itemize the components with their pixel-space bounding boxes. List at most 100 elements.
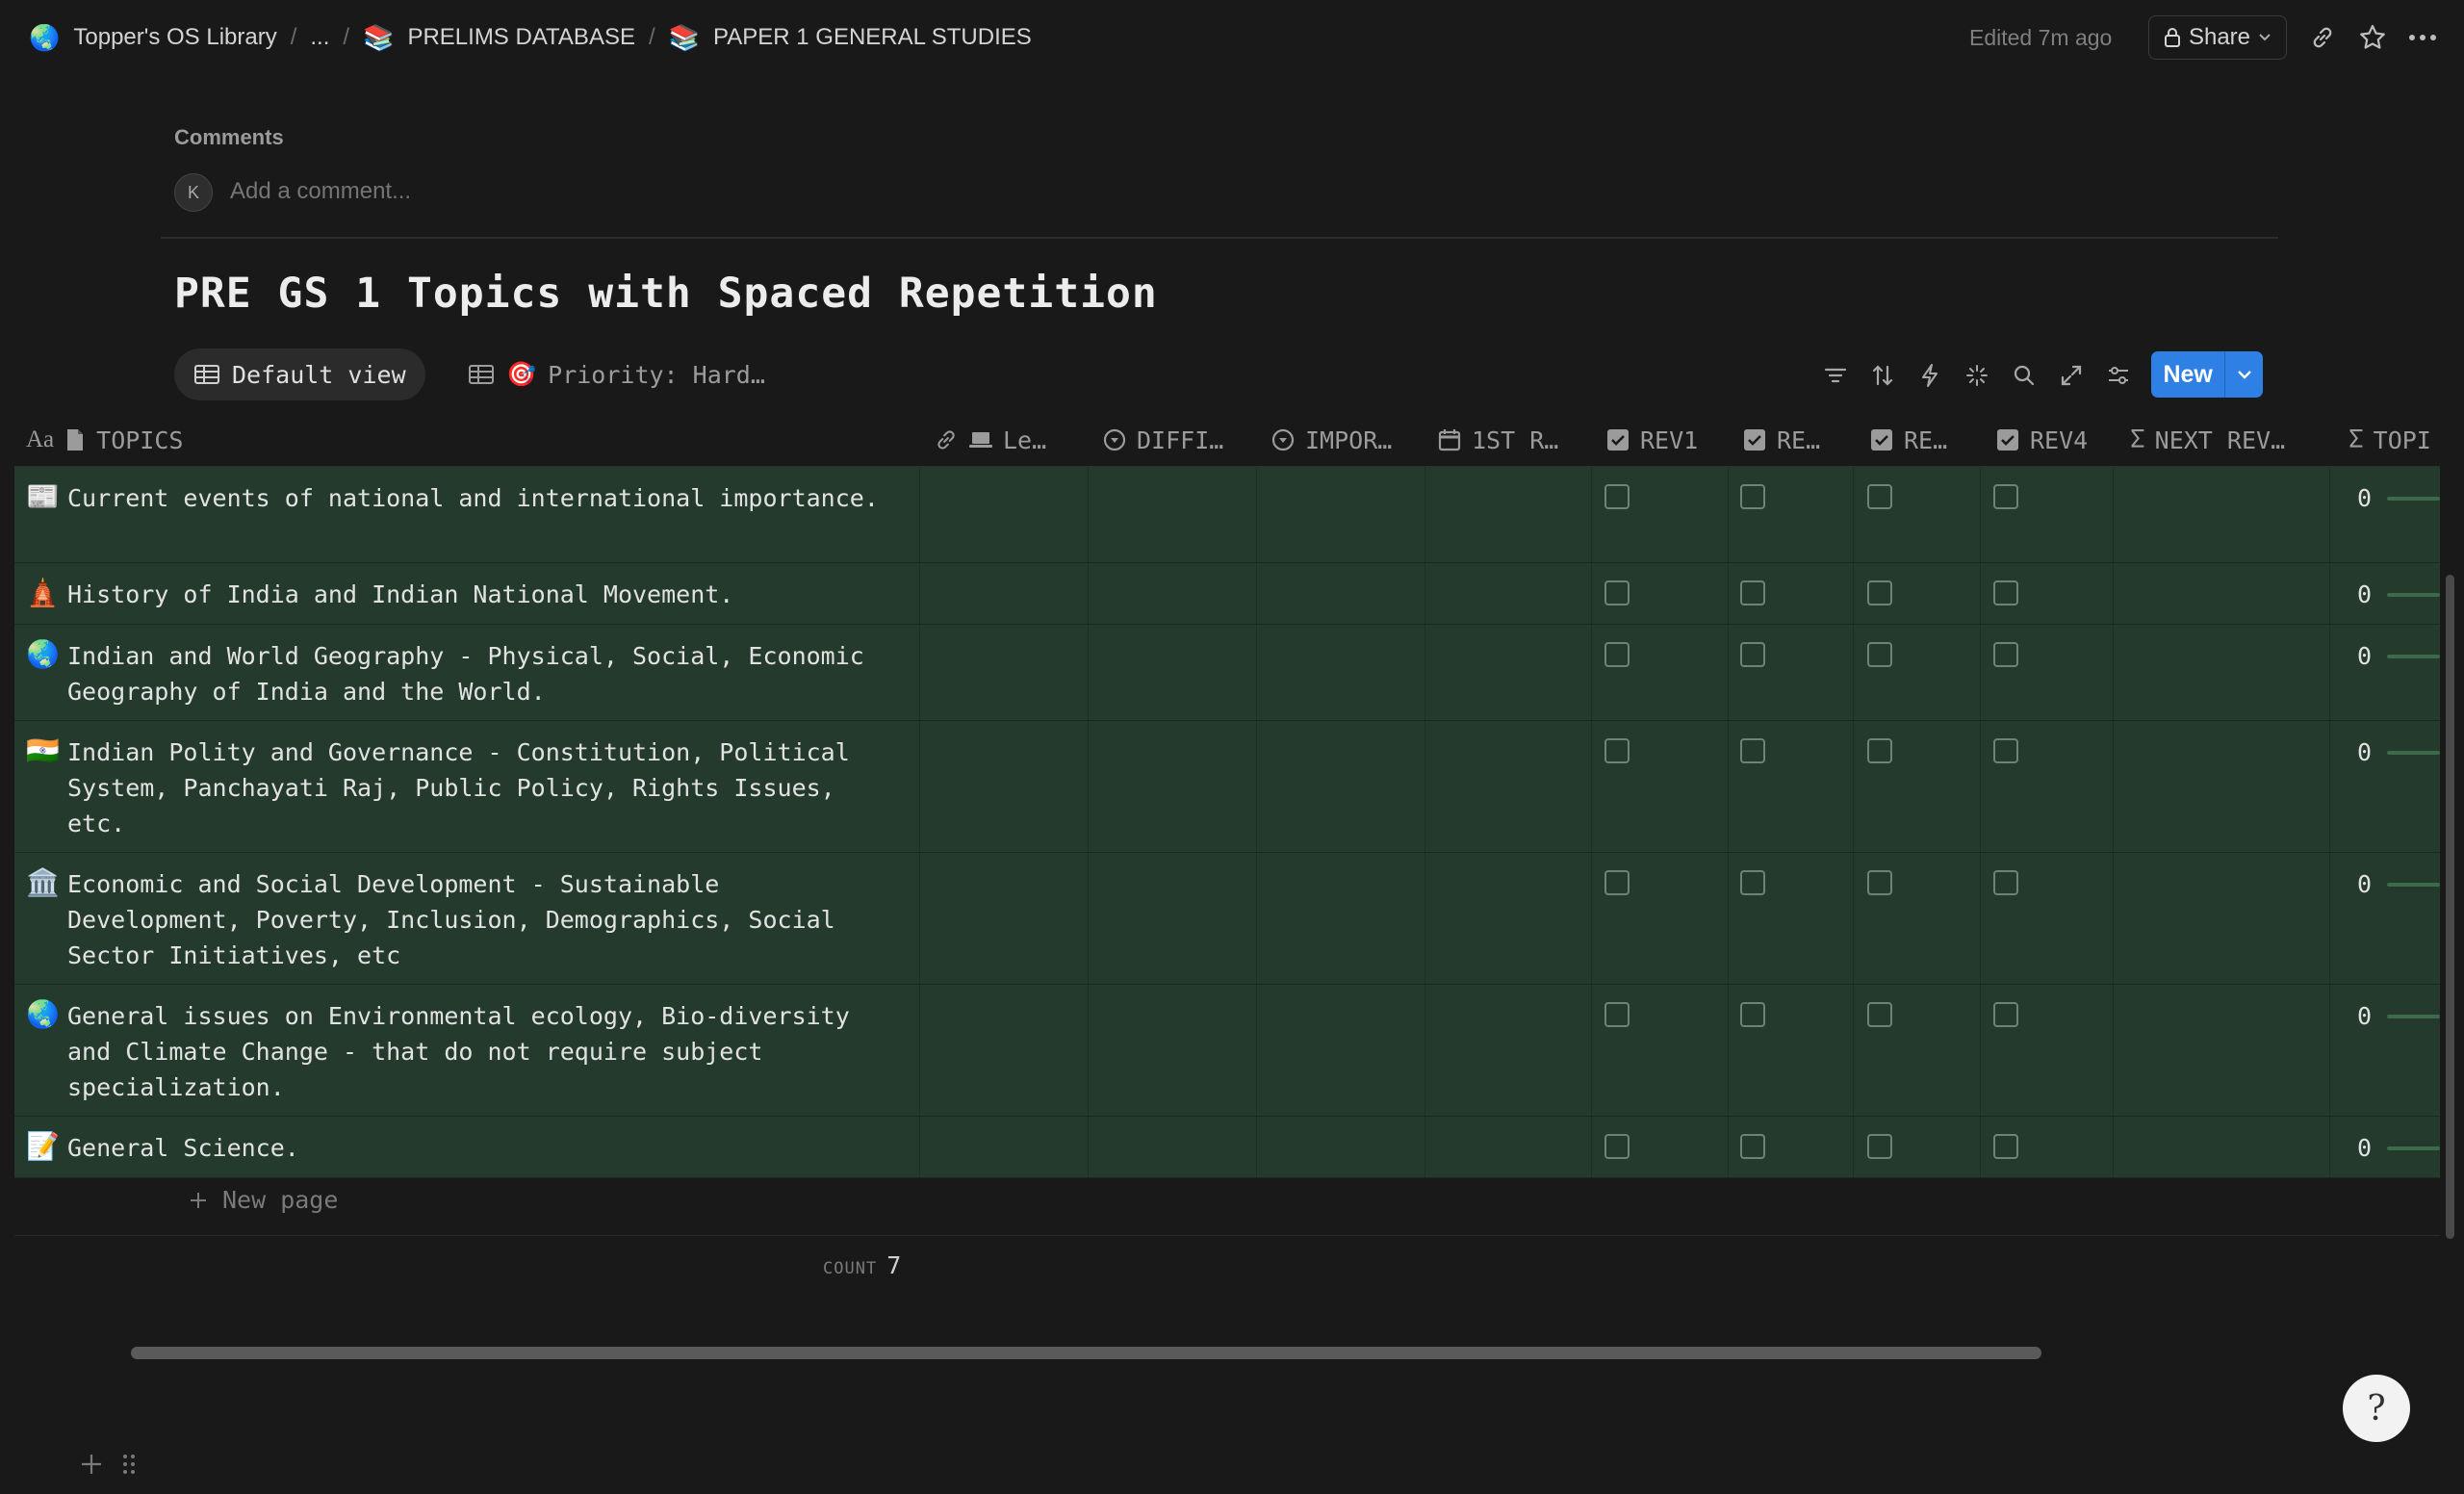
- topic-cell[interactable]: 🏛️ Economic and Social Development - Sust…: [14, 853, 919, 987]
- table-row[interactable]: 🌏 Indian and World Geography - Physical, …: [14, 625, 2440, 721]
- rev3-checkbox[interactable]: [1867, 1134, 1892, 1159]
- column-label: REV1: [1640, 425, 1699, 454]
- rev2-checkbox[interactable]: [1740, 1002, 1765, 1027]
- rev4-checkbox[interactable]: [1993, 484, 2018, 509]
- plus-icon[interactable]: [79, 1452, 104, 1477]
- rev3-checkbox[interactable]: [1867, 580, 1892, 605]
- expand-icon[interactable]: [2055, 359, 2088, 392]
- divider: [161, 237, 2278, 239]
- rev2-checkbox[interactable]: [1740, 642, 1765, 667]
- star-icon[interactable]: [2356, 21, 2389, 54]
- horizontal-scrollbar[interactable]: [131, 1347, 2041, 1359]
- vertical-scrollbar[interactable]: [2446, 575, 2454, 1239]
- rev2-checkbox[interactable]: [1740, 580, 1765, 605]
- link-icon[interactable]: [2306, 21, 2339, 54]
- search-icon[interactable]: [2008, 359, 2040, 392]
- rev2-checkbox[interactable]: [1740, 1134, 1765, 1159]
- rev3-checkbox[interactable]: [1867, 870, 1892, 895]
- breadcrumb-item-ellipsis[interactable]: ...: [310, 24, 329, 51]
- table-row[interactable]: 🇮🇳 Indian Polity and Governance - Constit…: [14, 721, 2440, 853]
- topic-cell[interactable]: 🌏 General issues on Environmental ecology…: [14, 985, 919, 1119]
- new-page-button[interactable]: New page: [188, 1186, 338, 1214]
- breadcrumb-item-prelims[interactable]: 📚 PRELIMS DATABASE: [363, 23, 635, 53]
- sort-icon[interactable]: [1866, 359, 1899, 392]
- page-emoji-icon: 🇮🇳: [26, 734, 60, 766]
- table-row[interactable]: 🌏 General issues on Environmental ecology…: [14, 985, 2440, 1117]
- sparkle-icon[interactable]: [1961, 359, 1993, 392]
- table-row[interactable]: 📰 Current events of national and internat…: [14, 467, 2440, 563]
- count-summary[interactable]: COUNT 7: [823, 1251, 901, 1279]
- drag-handle-icon[interactable]: [121, 1452, 137, 1477]
- column-header-rev4[interactable]: REV4: [1995, 414, 2125, 466]
- chevron-down-icon: [2259, 34, 2271, 41]
- rev4-checkbox[interactable]: [1993, 642, 2018, 667]
- tab-priority-hard[interactable]: 🎯 Priority: Hard…: [468, 348, 765, 400]
- filter-icon[interactable]: [1819, 359, 1852, 392]
- rev4-checkbox[interactable]: [1993, 580, 2018, 605]
- column-header-next-revision[interactable]: Σ NEXT REV…: [2130, 414, 2342, 466]
- progress-bar: [2387, 497, 2440, 501]
- topic-title: Economic and Social Development - Sustai…: [67, 870, 835, 969]
- table-row[interactable]: 📝 General Science. 0: [14, 1117, 2440, 1178]
- lightning-icon[interactable]: [1913, 359, 1946, 392]
- database-title[interactable]: PRE GS 1 Topics with Spaced Repetition: [174, 270, 1158, 318]
- cell-divider: [1088, 1117, 1089, 1177]
- cell-divider: [1728, 853, 1729, 984]
- cell-divider: [1853, 1117, 1854, 1177]
- rev2-checkbox[interactable]: [1740, 738, 1765, 763]
- topic-cell[interactable]: 📰 Current events of national and internat…: [14, 467, 919, 529]
- breadcrumb-separator: /: [648, 24, 655, 50]
- share-button[interactable]: Share: [2148, 15, 2287, 60]
- cell-divider: [2329, 1117, 2330, 1177]
- rev2-checkbox[interactable]: [1740, 484, 1765, 509]
- column-header-first-revision[interactable]: 1ST R…: [1437, 414, 1596, 466]
- help-button[interactable]: ?: [2343, 1375, 2410, 1442]
- rev1-checkbox[interactable]: [1604, 870, 1630, 895]
- topic-cell[interactable]: 🌏 Indian and World Geography - Physical, …: [14, 625, 919, 723]
- more-icon[interactable]: [2406, 21, 2439, 54]
- table-row[interactable]: 🏛️ Economic and Social Development - Sust…: [14, 853, 2440, 985]
- new-button[interactable]: New: [2151, 351, 2263, 398]
- progress-bar: [2387, 751, 2440, 755]
- topic-cell[interactable]: 🛕 History of India and Indian National Mo…: [14, 563, 919, 626]
- rev1-checkbox[interactable]: [1604, 1002, 1630, 1027]
- topic-cell[interactable]: 📝 General Science.: [14, 1117, 919, 1179]
- laptop-icon: [969, 432, 992, 448]
- rev3-checkbox[interactable]: [1867, 484, 1892, 509]
- breadcrumb-item-library[interactable]: 🌏 Topper's OS Library: [29, 23, 277, 53]
- column-header-difficulty[interactable]: DIFFI…: [1102, 414, 1256, 466]
- rev1-checkbox[interactable]: [1604, 738, 1630, 763]
- cell-divider: [1980, 467, 1981, 562]
- column-label: Le…: [1003, 425, 1047, 454]
- column-header-rev2[interactable]: RE…: [1742, 414, 1853, 466]
- rev1-checkbox[interactable]: [1604, 642, 1630, 667]
- column-header-importance[interactable]: IMPOR…: [1270, 414, 1429, 466]
- rev1-checkbox[interactable]: [1604, 484, 1630, 509]
- rev4-checkbox[interactable]: [1993, 1002, 2018, 1027]
- rev4-checkbox[interactable]: [1993, 738, 2018, 763]
- rev2-checkbox[interactable]: [1740, 870, 1765, 895]
- column-header-lecture[interactable]: Le…: [934, 414, 1078, 466]
- cell-divider: [2329, 721, 2330, 852]
- settings-sliders-icon[interactable]: [2102, 359, 2135, 392]
- column-label: DIFFI…: [1137, 425, 1224, 454]
- tab-default-view[interactable]: Default view: [174, 348, 425, 400]
- column-header-rev3[interactable]: RE…: [1869, 414, 1980, 466]
- table-row[interactable]: 🛕 History of India and Indian National Mo…: [14, 563, 2440, 625]
- column-header-topic-progress[interactable]: Σ TOPI: [2348, 414, 2440, 466]
- cell-divider: [1256, 467, 1257, 562]
- rev4-checkbox[interactable]: [1993, 1134, 2018, 1159]
- breadcrumb-item-paper1[interactable]: 📚 PAPER 1 GENERAL STUDIES: [669, 23, 1032, 53]
- rev4-checkbox[interactable]: [1993, 870, 2018, 895]
- rev3-checkbox[interactable]: [1867, 1002, 1892, 1027]
- rev3-checkbox[interactable]: [1867, 738, 1892, 763]
- comment-input[interactable]: [228, 177, 1098, 206]
- column-header-topics[interactable]: Aa TOPICS: [26, 414, 565, 466]
- chevron-down-icon[interactable]: [2224, 351, 2263, 398]
- column-header-rev1[interactable]: REV1: [1605, 414, 1731, 466]
- rev1-checkbox[interactable]: [1604, 1134, 1630, 1159]
- column-label: IMPOR…: [1305, 425, 1393, 454]
- topic-cell[interactable]: 🇮🇳 Indian Polity and Governance - Constit…: [14, 721, 919, 855]
- rev1-checkbox[interactable]: [1604, 580, 1630, 605]
- rev3-checkbox[interactable]: [1867, 642, 1892, 667]
